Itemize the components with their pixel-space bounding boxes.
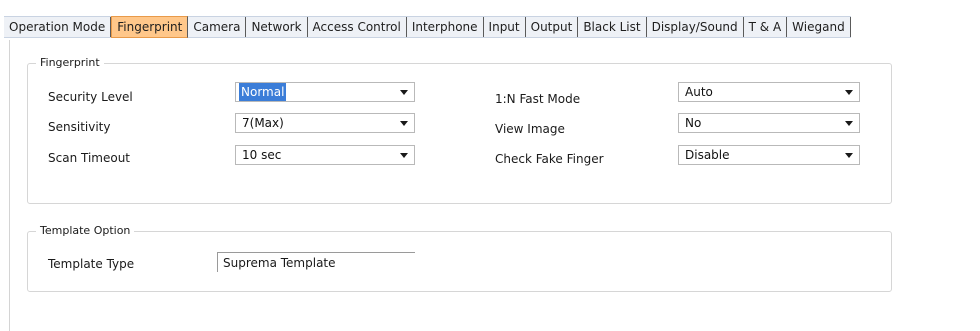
template-option-group: Template Option (27, 224, 892, 292)
chevron-down-icon (400, 90, 408, 95)
chevron-down-icon (845, 153, 853, 158)
tab-bar: Operation Mode Fingerprint Camera Networ… (0, 0, 980, 40)
chevron-down-icon (400, 153, 408, 158)
chevron-down-icon (845, 121, 853, 126)
view-image-value: No (685, 116, 702, 130)
tab-input[interactable]: Input (484, 17, 526, 37)
panel-left-border (9, 40, 10, 331)
tab-fingerprint[interactable]: Fingerprint (111, 16, 189, 38)
tab-operation-mode[interactable]: Operation Mode (4, 17, 112, 37)
tab-network[interactable]: Network (246, 17, 308, 37)
sensitivity-select[interactable]: 7(Max) (235, 113, 415, 133)
fast-mode-label: 1:N Fast Mode (495, 92, 581, 106)
chevron-down-icon (845, 90, 853, 95)
tab-interphone[interactable]: Interphone (407, 17, 484, 37)
fast-mode-value: Auto (685, 85, 713, 99)
tab-strip: Operation Mode Fingerprint Camera Networ… (4, 16, 851, 38)
sensitivity-label: Sensitivity (48, 120, 111, 134)
scan-timeout-select[interactable]: 10 sec (235, 145, 415, 165)
tab-access-control[interactable]: Access Control (308, 17, 407, 37)
chevron-down-icon (400, 121, 408, 126)
template-option-group-title: Template Option (36, 224, 135, 238)
check-fake-finger-label: Check Fake Finger (495, 152, 604, 166)
security-level-select[interactable]: Normal (235, 82, 415, 102)
fingerprint-group-title: Fingerprint (36, 56, 104, 70)
tab-black-list[interactable]: Black List (578, 17, 647, 37)
tab-wiegand[interactable]: Wiegand (787, 17, 851, 37)
tab-output[interactable]: Output (526, 17, 579, 37)
security-level-label: Security Level (48, 90, 133, 104)
scan-timeout-value: 10 sec (242, 148, 282, 162)
tab-display-sound[interactable]: Display/Sound (647, 17, 744, 37)
fast-mode-select[interactable]: Auto (678, 82, 860, 102)
tab-camera[interactable]: Camera (188, 17, 247, 37)
view-image-label: View Image (495, 122, 565, 136)
template-type-value: Suprema Template (223, 256, 336, 270)
security-level-value: Normal (239, 83, 287, 101)
view-image-select[interactable]: No (678, 113, 860, 133)
sensitivity-value: 7(Max) (242, 116, 284, 130)
check-fake-finger-value: Disable (685, 148, 730, 162)
scan-timeout-label: Scan Timeout (48, 151, 131, 165)
template-type-field[interactable]: Suprema Template (217, 252, 415, 272)
check-fake-finger-select[interactable]: Disable (678, 145, 860, 165)
tab-t-and-a[interactable]: T & A (744, 17, 788, 37)
template-type-label: Template Type (48, 257, 135, 271)
